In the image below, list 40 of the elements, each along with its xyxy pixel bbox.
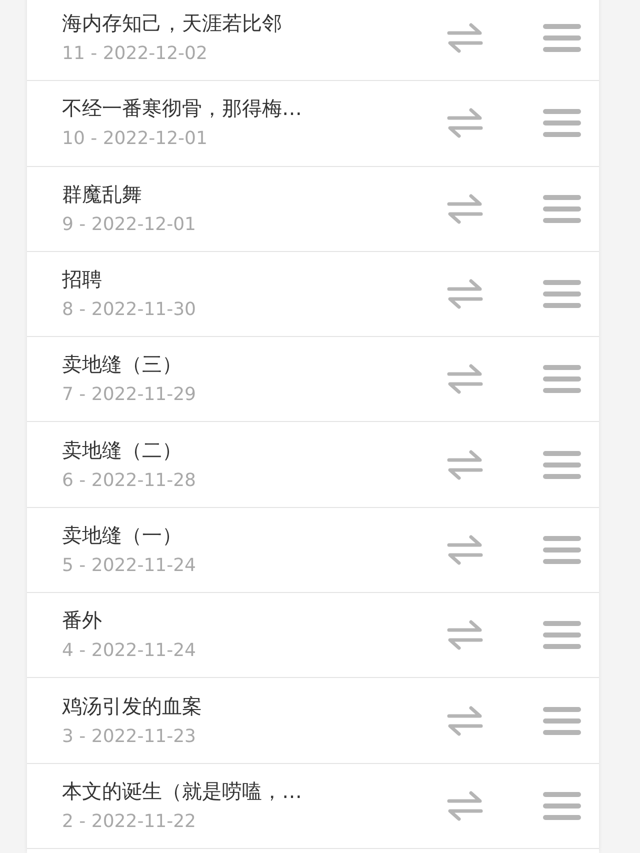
chapter-date: 8 - 2022-11-30 <box>62 298 197 322</box>
menu-icon[interactable] <box>543 620 581 650</box>
chapter-title[interactable]: 不经一番寒彻骨，那得梅… <box>62 95 447 122</box>
chapter-title[interactable]: 卖地缝（一） <box>62 522 447 548</box>
swap-icon[interactable] <box>447 108 483 138</box>
menu-icon[interactable] <box>543 450 581 480</box>
chapter-date: 11 - 2022-12-02 <box>62 42 208 66</box>
chapter-title[interactable]: 番外 <box>62 607 447 634</box>
menu-icon[interactable] <box>543 706 581 736</box>
menu-icon[interactable] <box>543 534 581 565</box>
chapter-date: 5 - 2022-11-24 <box>62 554 197 578</box>
chapter-date: 6 - 2022-11-28 <box>62 468 197 493</box>
chapter-title[interactable]: 群魔乱舞 <box>62 180 447 207</box>
swap-icon[interactable] <box>447 194 483 224</box>
swap-icon[interactable] <box>447 706 483 736</box>
chapter-title[interactable]: 卖地缝（二） <box>62 436 447 463</box>
swap-icon[interactable] <box>447 450 483 480</box>
chapter-date: 10 - 2022-12-01 <box>62 127 208 152</box>
chapter-title[interactable]: 海内存知己，天涯若比邻 <box>62 10 447 36</box>
chapter-date: 2 - 2022-11-22 <box>62 810 197 834</box>
swap-icon[interactable] <box>447 534 483 565</box>
swap-icon[interactable] <box>447 364 483 394</box>
menu-icon[interactable] <box>543 279 581 310</box>
menu-icon[interactable] <box>543 194 581 224</box>
menu-icon[interactable] <box>543 364 581 394</box>
chapter-title[interactable]: 卖地缝（三） <box>62 351 447 378</box>
chapter-title[interactable]: 鸡汤引发的血案 <box>62 692 447 719</box>
chapter-date: 7 - 2022-11-29 <box>62 383 197 408</box>
swap-icon[interactable] <box>447 620 483 650</box>
menu-icon[interactable] <box>543 23 581 54</box>
swap-icon[interactable] <box>447 279 483 310</box>
chapter-date: 4 - 2022-11-24 <box>62 639 197 664</box>
chapter-title[interactable]: 招聘 <box>62 266 447 292</box>
chapter-date: 9 - 2022-12-01 <box>62 212 197 237</box>
swap-icon[interactable] <box>447 23 483 54</box>
swap-icon[interactable] <box>447 790 483 821</box>
menu-icon[interactable] <box>543 108 581 138</box>
menu-icon[interactable] <box>543 790 581 821</box>
chapter-date: 3 - 2022-11-23 <box>62 724 197 749</box>
chapter-title[interactable]: 本文的诞生（就是唠嗑，… <box>62 778 447 804</box>
